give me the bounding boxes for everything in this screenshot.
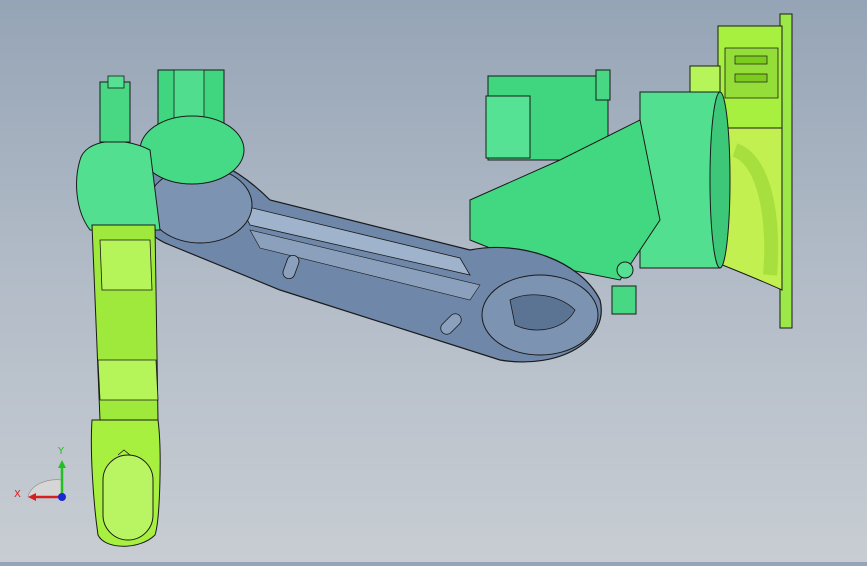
forearm-link[interactable]: [90, 224, 161, 547]
robot-arm-model[interactable]: X Y: [0, 0, 867, 562]
coordinate-triad: X Y: [14, 446, 66, 501]
y-axis-label: Y: [57, 446, 65, 457]
x-axis-label: X: [14, 489, 21, 500]
z-axis-marker: [58, 493, 66, 501]
cad-viewport[interactable]: X Y: [0, 0, 867, 562]
